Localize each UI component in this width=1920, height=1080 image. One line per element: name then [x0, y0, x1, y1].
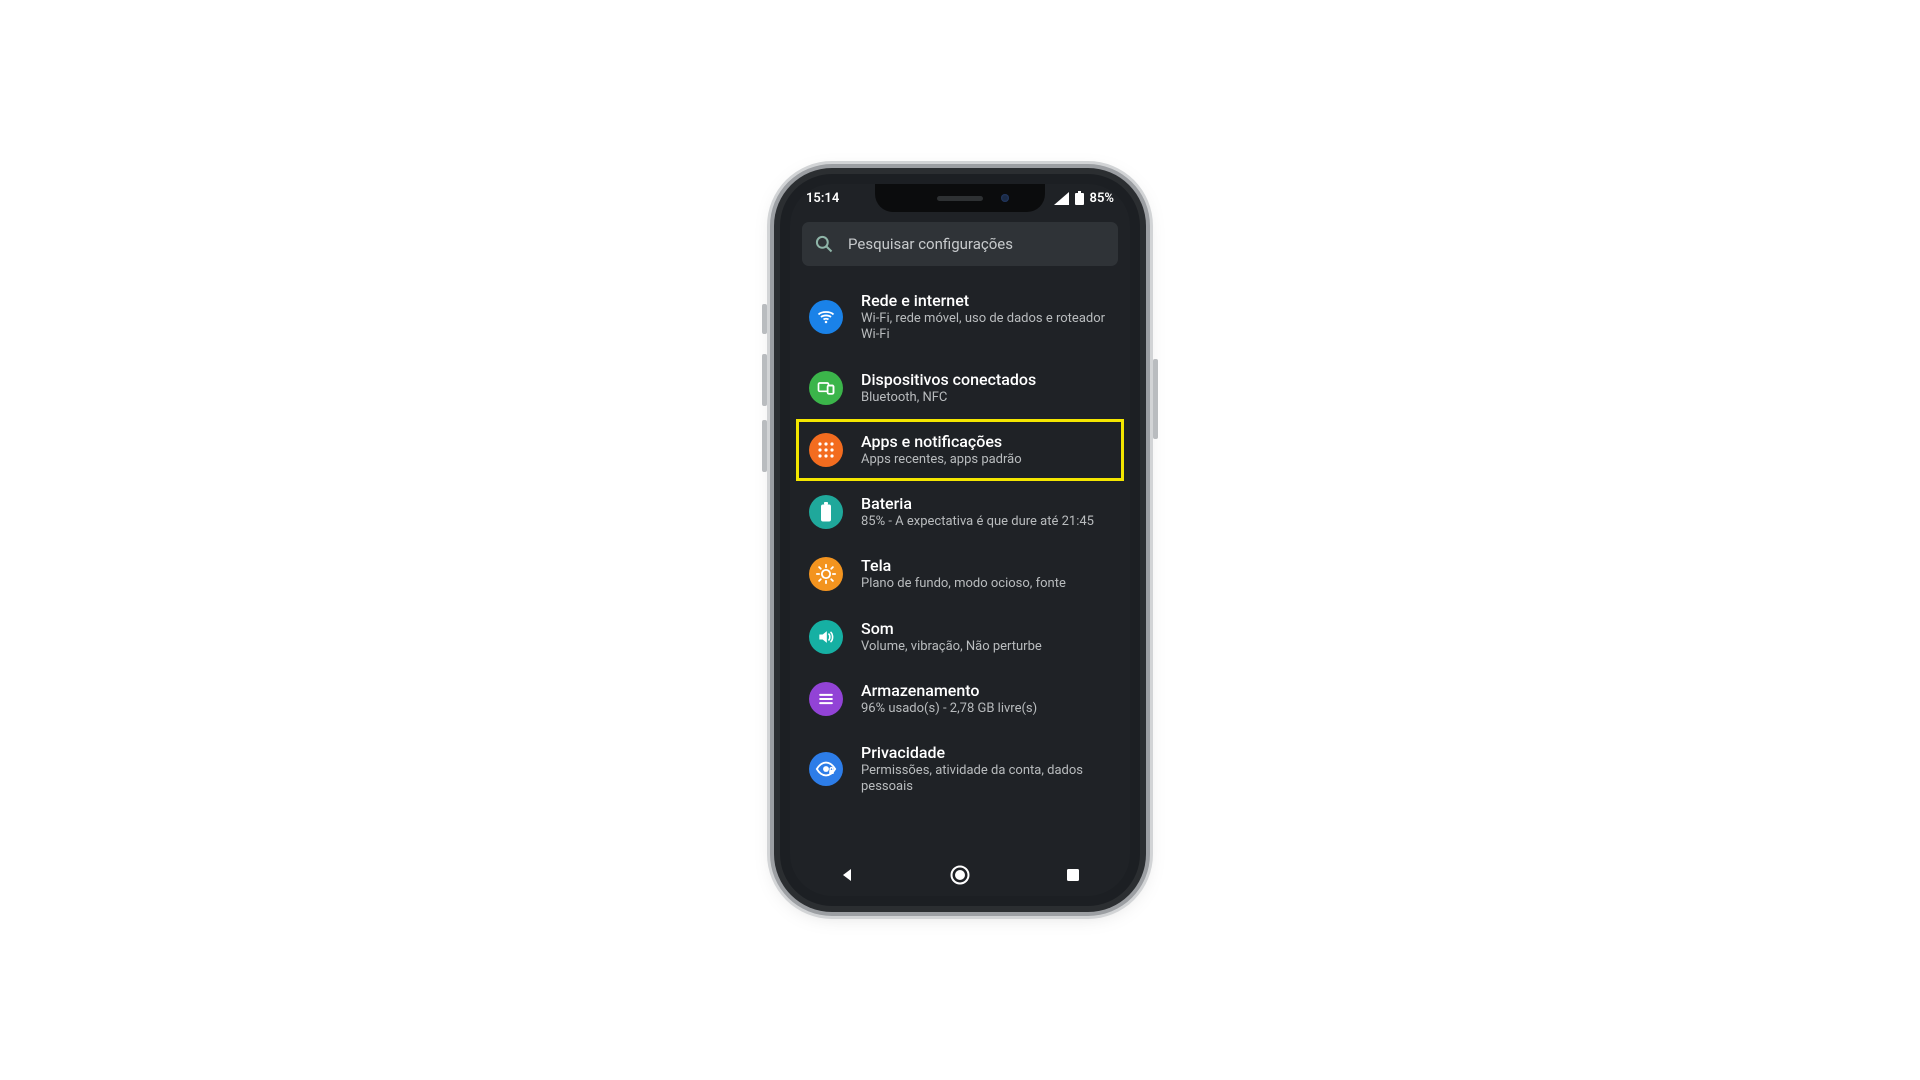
side-button — [762, 354, 767, 406]
search-settings[interactable]: Pesquisar configurações — [802, 222, 1118, 266]
signal-icon — [1054, 192, 1069, 205]
settings-item-sound[interactable]: Som Volume, vibração, Não perturbe — [796, 606, 1124, 668]
storage-icon — [809, 682, 843, 716]
settings-item-apps[interactable]: Apps e notificações Apps recentes, apps … — [796, 419, 1124, 481]
battery-icon — [809, 495, 843, 529]
side-button — [762, 420, 767, 472]
battery-icon — [1075, 191, 1084, 205]
item-subtitle: 96% usado(s) - 2,78 GB livre(s) — [861, 701, 1037, 717]
settings-item-battery[interactable]: Bateria 85% - A expectativa é que dure a… — [796, 481, 1124, 543]
notch — [875, 184, 1045, 212]
phone-frame: 15:14 85% — [780, 174, 1140, 906]
display-icon — [809, 557, 843, 591]
item-subtitle: Permissões, atividade da conta, dados pe… — [861, 763, 1107, 796]
item-title: Tela — [861, 556, 1066, 576]
sound-icon — [809, 620, 843, 654]
nav-home-button[interactable] — [943, 858, 977, 892]
system-navbar — [790, 854, 1130, 896]
status-time: 15:14 — [806, 191, 839, 206]
nav-back-button[interactable] — [830, 858, 864, 892]
item-title: Privacidade — [861, 743, 1107, 763]
devices-icon — [809, 371, 843, 405]
item-subtitle: Wi-Fi, rede móvel, uso de dados e rotead… — [861, 311, 1107, 344]
wifi-icon — [809, 300, 843, 334]
settings-item-storage[interactable]: Armazenamento 96% usado(s) - 2,78 GB liv… — [796, 668, 1124, 730]
status-battery-text: 85% — [1090, 191, 1114, 206]
search-placeholder: Pesquisar configurações — [848, 235, 1013, 253]
item-subtitle: 85% - A expectativa é que dure até 21:45 — [861, 514, 1094, 530]
item-subtitle: Plano de fundo, modo ocioso, fonte — [861, 576, 1066, 592]
apps-icon — [809, 433, 843, 467]
privacy-icon — [809, 752, 843, 786]
side-button — [1153, 359, 1158, 439]
search-icon — [814, 234, 834, 254]
settings-item-display[interactable]: Tela Plano de fundo, modo ocioso, fonte — [796, 543, 1124, 605]
settings-item-connected-devices[interactable]: Dispositivos conectados Bluetooth, NFC — [796, 357, 1124, 419]
item-title: Bateria — [861, 494, 1094, 514]
side-button — [762, 304, 767, 334]
item-title: Armazenamento — [861, 681, 1037, 701]
settings-item-network[interactable]: Rede e internet Wi-Fi, rede móvel, uso d… — [796, 278, 1124, 357]
item-subtitle: Bluetooth, NFC — [861, 390, 1036, 406]
nav-recent-button[interactable] — [1056, 858, 1090, 892]
item-subtitle: Apps recentes, apps padrão — [861, 452, 1022, 468]
item-subtitle: Volume, vibração, Não perturbe — [861, 639, 1042, 655]
settings-item-privacy[interactable]: Privacidade Permissões, atividade da con… — [796, 730, 1124, 809]
item-title: Rede e internet — [861, 291, 1107, 311]
screen: 15:14 85% — [790, 184, 1130, 896]
item-title: Som — [861, 619, 1042, 639]
item-title: Apps e notificações — [861, 432, 1022, 452]
item-title: Dispositivos conectados — [861, 370, 1036, 390]
